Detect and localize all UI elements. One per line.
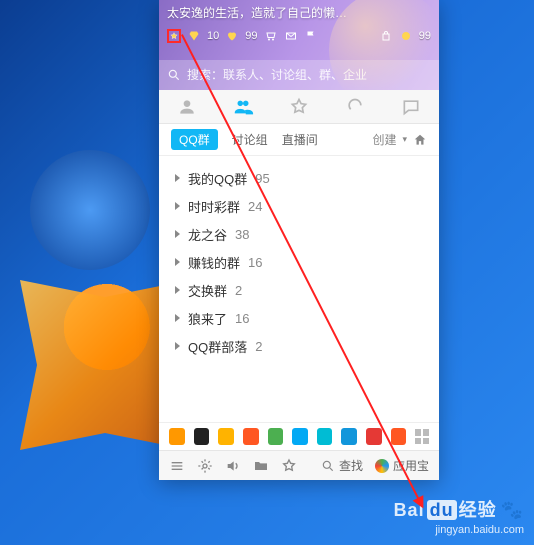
appstore-button[interactable]: 应用宝 <box>375 457 429 474</box>
tab-contacts-icon[interactable] <box>175 95 199 119</box>
group-name: 龙之谷 <box>188 225 227 244</box>
search-input[interactable] <box>187 68 431 82</box>
home-icon[interactable] <box>413 133 427 147</box>
tray-more-icon[interactable] <box>415 429 429 444</box>
group-name: 赚钱的群 <box>188 253 240 272</box>
group-count: 24 <box>248 199 262 214</box>
tab-chat-icon[interactable] <box>399 95 423 119</box>
group-count: 38 <box>235 227 249 242</box>
group-name: 时时彩群 <box>188 197 240 216</box>
arrow-right-icon <box>175 286 180 294</box>
wm-c: 经验 <box>459 500 497 520</box>
group-name: 我的QQ群 <box>188 169 247 188</box>
wm-b: du <box>427 500 457 520</box>
group-item[interactable]: 时时彩群 24 <box>159 192 439 220</box>
heart-icon[interactable] <box>225 29 239 43</box>
group-count: 2 <box>255 339 262 354</box>
group-count: 95 <box>255 171 269 186</box>
tab-groups-icon[interactable] <box>231 95 255 119</box>
appstore-icon <box>375 459 389 473</box>
folder-icon[interactable] <box>253 458 269 474</box>
main-tab-bar <box>159 90 439 124</box>
group-item[interactable]: 我的QQ群 95 <box>159 164 439 192</box>
mail-icon[interactable] <box>284 29 298 43</box>
arrow-right-icon <box>175 174 180 182</box>
subtab-discuss[interactable]: 讨论组 <box>232 131 268 148</box>
level-value-a: 10 <box>207 30 219 42</box>
app-tray <box>159 422 439 450</box>
diamond-icon[interactable] <box>187 29 201 43</box>
search-bar <box>159 60 439 90</box>
arrow-right-icon <box>175 342 180 350</box>
tab-star-icon[interactable] <box>287 95 311 119</box>
sound-icon[interactable] <box>225 458 241 474</box>
group-count: 16 <box>235 311 249 326</box>
tray-app-4[interactable] <box>268 428 284 445</box>
group-count: 16 <box>248 255 262 270</box>
tab-pin-icon[interactable] <box>343 95 367 119</box>
arrow-right-icon <box>175 314 180 322</box>
cart-icon[interactable] <box>264 29 278 43</box>
search-icon <box>167 68 181 82</box>
group-item[interactable]: QQ群部落 2 <box>159 332 439 360</box>
fav-icon[interactable] <box>281 458 297 474</box>
group-name: QQ群部落 <box>188 337 247 356</box>
find-button[interactable]: 查找 <box>321 457 363 474</box>
user-motto[interactable]: 太安逸的生活，造就了自己的懒… <box>159 0 439 25</box>
subtab-qqgroup[interactable]: QQ群 <box>171 129 218 150</box>
group-item[interactable]: 赚钱的群 16 <box>159 248 439 276</box>
group-list: 我的QQ群 95 时时彩群 24 龙之谷 38 赚钱的群 16 交换群 2 狼来了 16 QQ群部落 2 <box>159 156 439 368</box>
group-count: 2 <box>235 283 242 298</box>
bag-icon[interactable] <box>379 29 393 43</box>
tray-app-2[interactable] <box>218 428 234 445</box>
tray-app-7[interactable] <box>341 428 357 445</box>
group-item[interactable]: 龙之谷 38 <box>159 220 439 248</box>
tray-app-8[interactable] <box>366 428 382 445</box>
chevron-down-icon[interactable]: ▾ <box>402 134 407 145</box>
window-header: 太安逸的生活，造就了自己的懒… 10 99 <box>159 0 439 90</box>
tray-app-0[interactable] <box>169 428 185 445</box>
arrow-right-icon <box>175 230 180 238</box>
group-item[interactable]: 交换群 2 <box>159 276 439 304</box>
find-label: 查找 <box>339 457 363 474</box>
create-link[interactable]: 创建 <box>372 131 396 148</box>
tray-app-9[interactable] <box>391 428 407 445</box>
paw-icon: 🐾 <box>501 499 524 522</box>
group-name: 狼来了 <box>188 309 227 328</box>
coin-icon[interactable] <box>399 29 413 43</box>
tray-app-6[interactable] <box>317 428 333 445</box>
appstore-label: 应用宝 <box>393 457 429 474</box>
tray-app-5[interactable] <box>292 428 308 445</box>
tray-app-3[interactable] <box>243 428 259 445</box>
coin-value: 99 <box>419 30 431 42</box>
level-value-b: 99 <box>245 30 257 42</box>
subtab-live[interactable]: 直播间 <box>282 131 318 148</box>
arrow-right-icon <box>175 202 180 210</box>
qq-main-window: 太安逸的生活，造就了自己的懒… 10 99 <box>159 0 439 480</box>
header-status-row: 10 99 99 <box>159 25 439 47</box>
menu-icon[interactable] <box>169 458 185 474</box>
wm-url: jingyan.baidu.com <box>394 523 524 537</box>
group-name: 交换群 <box>188 281 227 300</box>
arrow-right-icon <box>175 258 180 266</box>
group-item[interactable]: 狼来了 16 <box>159 304 439 332</box>
tray-app-1[interactable] <box>194 428 210 445</box>
sub-tab-bar: QQ群 讨论组 直播间 创建 ▾ <box>159 124 439 156</box>
watermark: Baidu经验🐾 jingyan.baidu.com <box>394 499 524 537</box>
star-icon[interactable] <box>167 29 181 43</box>
bottom-bar: 查找 应用宝 <box>159 450 439 480</box>
wm-a: Bai <box>394 500 425 520</box>
settings-icon[interactable] <box>197 458 213 474</box>
flag-icon[interactable] <box>304 29 318 43</box>
